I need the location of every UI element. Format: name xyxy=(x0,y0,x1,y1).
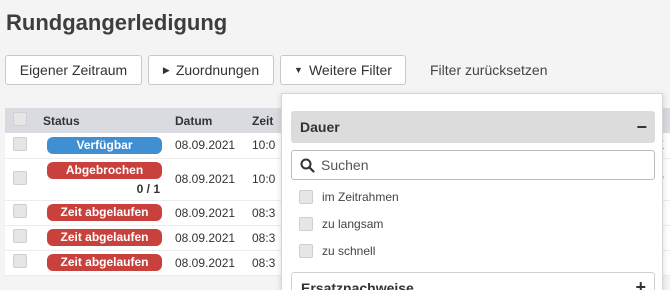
option-zu-langsam[interactable]: zu langsam xyxy=(299,217,383,231)
option-checkbox[interactable] xyxy=(299,217,313,231)
replacement-proofs-title: Ersatznachweise xyxy=(301,280,414,290)
column-header-status[interactable]: Status xyxy=(43,108,175,133)
more-filters-dropdown: Dauer − im Zeitrahmen zu langsam zu schn… xyxy=(281,93,663,290)
select-all-checkbox[interactable] xyxy=(13,112,27,126)
option-im-zeitrahmen[interactable]: im Zeitrahmen xyxy=(299,190,399,204)
option-label: zu schnell xyxy=(322,244,376,258)
date-cell: 08.09.2021 xyxy=(175,205,236,220)
collapse-icon[interactable]: − xyxy=(636,117,647,138)
row-checkbox[interactable] xyxy=(13,254,27,268)
status-badge: Zeit abgelaufen xyxy=(47,204,162,221)
caret-down-icon: ▼ xyxy=(294,65,303,75)
duration-section-header[interactable]: Dauer − xyxy=(291,111,655,143)
column-header-date[interactable]: Datum xyxy=(175,108,252,133)
date-cell: 08.09.2021 xyxy=(175,255,236,270)
assignments-button[interactable]: ▶ Zuordnungen xyxy=(148,55,274,85)
date-cell: 08.09.2021 xyxy=(175,230,236,245)
row-checkbox[interactable] xyxy=(13,170,27,185)
status-badge: Zeit abgelaufen xyxy=(47,229,162,246)
filter-search-input[interactable] xyxy=(321,157,641,173)
assignments-label: Zuordnungen xyxy=(175,62,260,78)
caret-right-icon: ▶ xyxy=(162,64,170,75)
row-checkbox[interactable] xyxy=(13,204,27,218)
replacement-proofs-section-header[interactable]: Ersatznachweise + xyxy=(291,272,655,290)
more-filters-label: Weitere Filter xyxy=(308,62,392,78)
expand-icon[interactable]: + xyxy=(635,278,646,290)
status-badge: Zeit abgelaufen xyxy=(47,254,162,271)
date-cell: 08.09.2021 xyxy=(175,138,236,153)
own-period-button[interactable]: Eigener Zeitraum xyxy=(5,55,142,85)
filter-search-box[interactable] xyxy=(291,150,655,180)
option-checkbox[interactable] xyxy=(299,244,313,258)
option-checkbox[interactable] xyxy=(299,190,313,204)
search-icon xyxy=(300,158,315,173)
status-badge: Verfügbar xyxy=(47,136,162,154)
row-checkbox[interactable] xyxy=(13,136,27,151)
option-label: im Zeitrahmen xyxy=(322,190,399,204)
option-label: zu langsam xyxy=(322,217,384,231)
status-badge: Abgebrochen xyxy=(47,162,162,179)
reset-filters-link[interactable]: Filter zurücksetzen xyxy=(430,62,547,78)
page-title: Rundgangerledigung xyxy=(6,10,228,35)
filter-toolbar: Eigener Zeitraum ▶ Zuordnungen ▼ Weitere… xyxy=(5,55,547,85)
option-zu-schnell[interactable]: zu schnell xyxy=(299,244,375,258)
own-period-label: Eigener Zeitraum xyxy=(19,62,128,78)
date-cell: 08.09.2021 xyxy=(175,172,236,186)
progress-count: 0 / 1 xyxy=(136,182,160,196)
row-checkbox[interactable] xyxy=(13,229,27,243)
duration-section-title: Dauer xyxy=(300,119,340,135)
more-filters-button[interactable]: ▼ Weitere Filter xyxy=(280,55,406,85)
